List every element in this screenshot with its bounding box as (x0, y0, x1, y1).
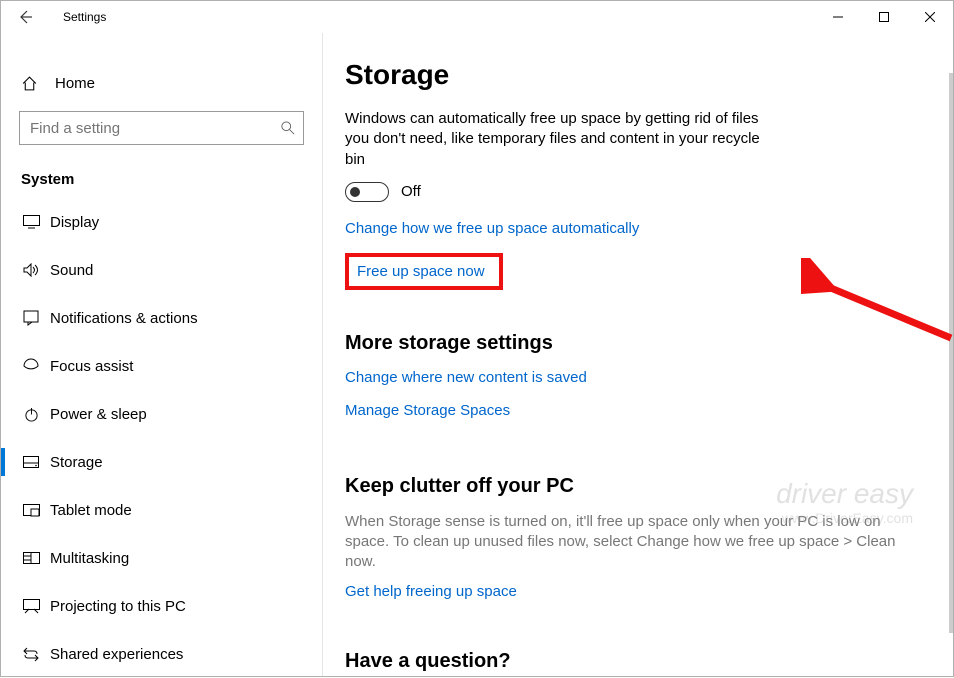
shared-icon (21, 647, 41, 662)
sidebar-item-multitasking[interactable]: Multitasking (1, 534, 322, 582)
search-field[interactable] (20, 120, 303, 137)
sidebar-item-shared-experiences[interactable]: Shared experiences (1, 630, 322, 678)
focus-assist-icon (21, 358, 41, 374)
sidebar-item-label: Display (50, 214, 99, 231)
storage-description: Windows can automatically free up space … (345, 109, 775, 170)
window-title: Settings (63, 10, 106, 24)
multitasking-icon (21, 552, 41, 565)
sidebar-item-label: Tablet mode (50, 502, 132, 519)
sidebar-item-label: Power & sleep (50, 406, 147, 423)
page-title: Storage (345, 59, 917, 91)
sidebar-item-sound[interactable]: Sound (1, 246, 322, 294)
link-manage-storage-spaces[interactable]: Manage Storage Spaces (345, 402, 510, 419)
notifications-icon (21, 310, 41, 326)
section-label: System (1, 157, 322, 198)
search-input[interactable] (19, 111, 304, 145)
home-label: Home (55, 75, 95, 92)
toggle-state-label: Off (401, 183, 421, 200)
link-free-up-now[interactable]: Free up space now (357, 263, 485, 280)
window-controls (815, 1, 953, 33)
toggle-knob (350, 187, 360, 197)
back-arrow-icon (17, 9, 33, 25)
sidebar-item-label: Shared experiences (50, 646, 183, 663)
projecting-icon (21, 599, 41, 614)
close-button[interactable] (907, 1, 953, 33)
display-icon (21, 215, 41, 229)
sidebar-item-notifications[interactable]: Notifications & actions (1, 294, 322, 342)
close-icon (925, 12, 935, 22)
scrollbar[interactable] (949, 73, 953, 633)
highlight-annotation: Free up space now (345, 253, 503, 290)
sidebar-item-home[interactable]: Home (1, 63, 322, 103)
tablet-icon (21, 504, 41, 517)
power-icon (21, 407, 41, 422)
content-area: Storage Windows can automatically free u… (323, 33, 953, 676)
sidebar-item-label: Notifications & actions (50, 310, 198, 327)
sidebar-item-focus-assist[interactable]: Focus assist (1, 342, 322, 390)
sidebar: Home System Display Sound Notifications … (1, 33, 323, 676)
storage-sense-toggle[interactable] (345, 182, 389, 202)
back-button[interactable] (1, 1, 49, 33)
sidebar-item-display[interactable]: Display (1, 198, 322, 246)
link-help-freeing[interactable]: Get help freeing up space (345, 583, 517, 600)
link-change-auto[interactable]: Change how we free up space automaticall… (345, 220, 639, 237)
sidebar-item-storage[interactable]: Storage (1, 438, 322, 486)
minimize-icon (833, 12, 843, 22)
sidebar-item-label: Sound (50, 262, 93, 279)
sound-icon (21, 263, 41, 277)
sidebar-item-tablet-mode[interactable]: Tablet mode (1, 486, 322, 534)
maximize-icon (879, 12, 889, 22)
sidebar-item-label: Projecting to this PC (50, 598, 186, 615)
more-storage-heading: More storage settings (345, 332, 917, 355)
sidebar-item-label: Focus assist (50, 358, 133, 375)
sidebar-item-power-sleep[interactable]: Power & sleep (1, 390, 322, 438)
question-heading: Have a question? (345, 650, 917, 673)
titlebar: Settings (1, 1, 953, 33)
clutter-description: When Storage sense is turned on, it'll f… (345, 512, 917, 573)
clutter-heading: Keep clutter off your PC (345, 475, 917, 498)
maximize-button[interactable] (861, 1, 907, 33)
storage-icon (21, 456, 41, 469)
search-icon (281, 121, 295, 135)
home-icon (21, 75, 38, 92)
sidebar-item-label: Multitasking (50, 550, 129, 567)
sidebar-item-label: Storage (50, 454, 103, 471)
minimize-button[interactable] (815, 1, 861, 33)
sidebar-item-projecting[interactable]: Projecting to this PC (1, 582, 322, 630)
link-change-where-saved[interactable]: Change where new content is saved (345, 369, 587, 386)
